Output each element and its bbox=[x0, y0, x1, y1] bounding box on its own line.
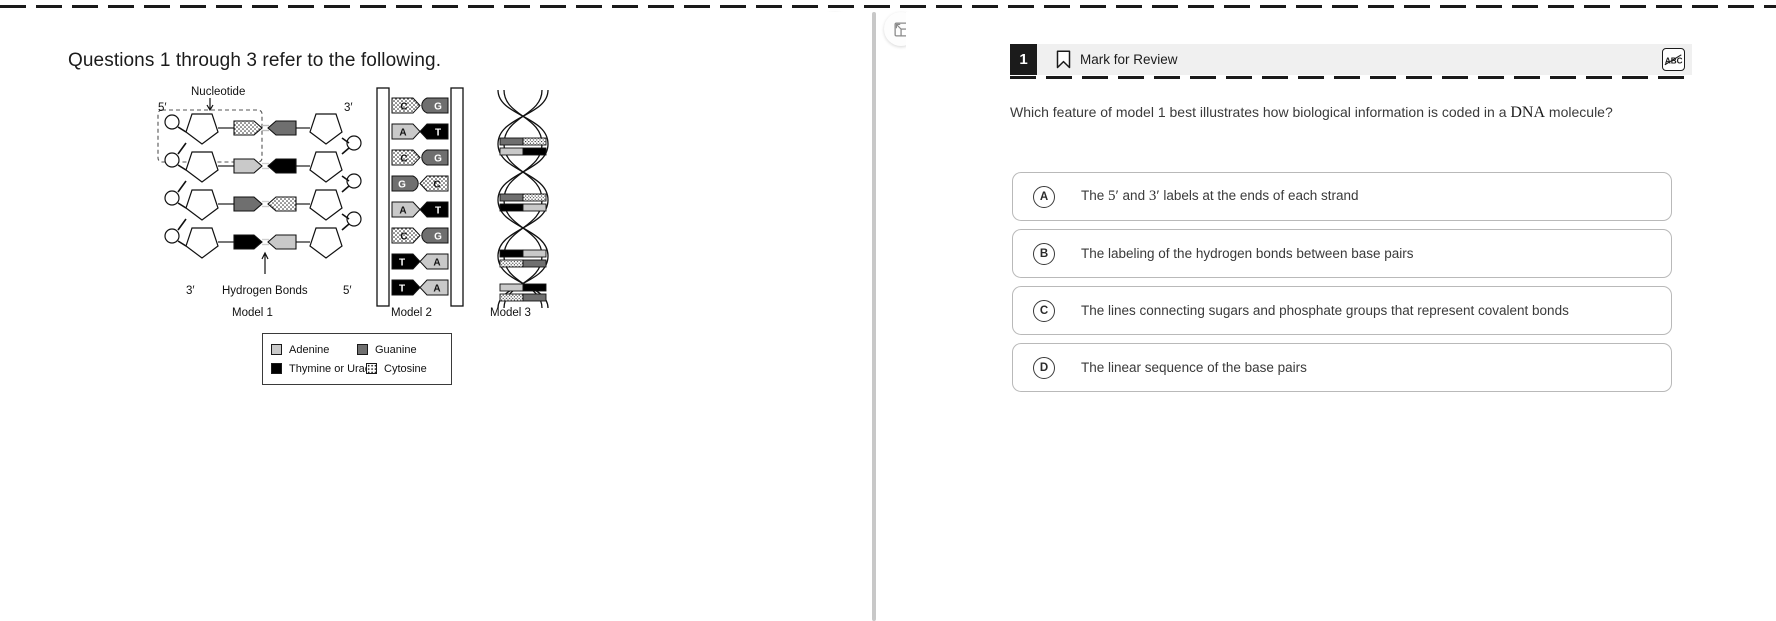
model-2-label: Model 2 bbox=[391, 307, 432, 319]
question-stem-before: Which feature of model 1 best illustrate… bbox=[1010, 104, 1511, 120]
svg-text:T: T bbox=[399, 258, 405, 269]
choice-letter-c: C bbox=[1033, 299, 1055, 322]
legend-label: Cytosine bbox=[384, 362, 427, 375]
model-3-diagram bbox=[497, 89, 549, 309]
answer-choice-c[interactable]: C The lines connecting sugars and phosph… bbox=[1012, 286, 1672, 335]
cross-out-tool-button[interactable]: ABC bbox=[1662, 48, 1685, 71]
choice-text-a: The 5′ and 3′ labels at the ends of each… bbox=[1081, 188, 1359, 205]
choice-letter-b: B bbox=[1033, 242, 1055, 265]
cytosine-swatch-icon bbox=[366, 363, 377, 374]
legend-row: Thymine or Uracil Cytosine bbox=[271, 359, 443, 378]
svg-text:C: C bbox=[400, 102, 407, 113]
question-number-badge: 1 bbox=[1010, 44, 1037, 75]
legend-item-guanine: Guanine bbox=[357, 344, 443, 356]
choice-a-three-prime: 3′ bbox=[1148, 188, 1160, 204]
model-3-label: Model 3 bbox=[490, 307, 531, 319]
choice-letter-d: D bbox=[1033, 356, 1055, 379]
choice-letter-a: A bbox=[1033, 185, 1055, 208]
svg-text:G: G bbox=[398, 180, 406, 191]
answer-choice-d[interactable]: D The linear sequence of the base pairs bbox=[1012, 343, 1672, 392]
abc-strikethrough-icon: ABC bbox=[1664, 53, 1683, 65]
svg-text:A: A bbox=[399, 206, 406, 217]
base-legend: Adenine Guanine Thymine or Uracil Cytosi… bbox=[262, 333, 452, 385]
model1-three-prime-bottom: 3′ bbox=[186, 285, 195, 297]
legend-label: Thymine or Uracil bbox=[289, 362, 376, 375]
answer-choice-b[interactable]: B The labeling of the hydrogen bonds bet… bbox=[1012, 229, 1672, 278]
exam-question-screen: Questions 1 through 3 refer to the follo… bbox=[0, 0, 1776, 621]
choice-text-b: The labeling of the hydrogen bonds betwe… bbox=[1081, 246, 1414, 261]
svg-text:G: G bbox=[434, 154, 442, 165]
legend-item-thymine: Thymine or Uracil bbox=[271, 363, 375, 375]
guanine-swatch-icon bbox=[357, 344, 368, 355]
svg-text:A: A bbox=[433, 258, 440, 269]
pane-divider[interactable] bbox=[872, 12, 876, 621]
thymine-swatch-icon bbox=[271, 363, 282, 374]
svg-text:C: C bbox=[400, 154, 407, 165]
choice-text-d: The linear sequence of the base pairs bbox=[1081, 360, 1307, 375]
svg-text:G: G bbox=[434, 232, 442, 243]
question-stem-dna: DNA bbox=[1510, 104, 1546, 121]
svg-text:T: T bbox=[435, 206, 441, 217]
mark-for-review-label: Mark for Review bbox=[1080, 52, 1178, 67]
model-1-label: Model 1 bbox=[232, 307, 273, 319]
model1-five-prime-top: 5′ bbox=[158, 102, 167, 114]
model-2-diagram: C G A T C G G C A T C G T A T A bbox=[376, 87, 464, 307]
question-header-rule bbox=[1010, 76, 1692, 79]
svg-text:C: C bbox=[433, 180, 440, 191]
answer-choice-a[interactable]: A The 5′ and 3′ labels at the ends of ea… bbox=[1012, 172, 1672, 221]
svg-text:ABC: ABC bbox=[1665, 56, 1683, 65]
nucleotide-callout-label: Nucleotide bbox=[191, 86, 246, 98]
svg-text:T: T bbox=[435, 128, 441, 139]
choice-a-part3: labels at the ends of each strand bbox=[1159, 188, 1359, 203]
bookmark-icon bbox=[1056, 50, 1071, 69]
legend-item-adenine: Adenine bbox=[271, 344, 357, 356]
answer-choices: A The 5′ and 3′ labels at the ends of ea… bbox=[1012, 172, 1672, 400]
legend-row: Adenine Guanine bbox=[271, 340, 443, 359]
legend-item-cytosine: Cytosine bbox=[366, 363, 443, 375]
mark-for-review-button[interactable]: Mark for Review bbox=[1056, 50, 1178, 69]
svg-text:T: T bbox=[399, 284, 405, 295]
choice-text-c: The lines connecting sugars and phosphat… bbox=[1081, 303, 1569, 318]
dna-models-figure: Nucleotide 5′ 3′ 3′ Hydrogen Bonds 5′ Mo… bbox=[150, 86, 620, 388]
choice-a-five-prime: 5′ bbox=[1108, 188, 1119, 204]
choice-a-part2: and bbox=[1118, 188, 1149, 203]
question-stem: Which feature of model 1 best illustrate… bbox=[1010, 101, 1710, 124]
legend-label: Guanine bbox=[375, 343, 417, 356]
svg-text:A: A bbox=[399, 128, 406, 139]
adenine-swatch-icon bbox=[271, 344, 282, 355]
hydrogen-bonds-label: Hydrogen Bonds bbox=[222, 285, 308, 297]
svg-text:A: A bbox=[433, 284, 440, 295]
model1-three-prime-top: 3′ bbox=[344, 102, 353, 114]
model-1-diagram bbox=[157, 98, 362, 274]
question-header-bar: 1 Mark for Review ABC bbox=[1010, 44, 1692, 75]
model1-five-prime-bottom: 5′ bbox=[343, 285, 352, 297]
svg-text:G: G bbox=[434, 102, 442, 113]
question-stem-after: molecule? bbox=[1545, 104, 1613, 120]
legend-label: Adenine bbox=[289, 343, 330, 356]
top-dashed-rule bbox=[0, 5, 1776, 8]
stimulus-title: Questions 1 through 3 refer to the follo… bbox=[68, 50, 442, 71]
choice-a-part1: The bbox=[1081, 188, 1109, 203]
svg-text:C: C bbox=[400, 232, 407, 243]
